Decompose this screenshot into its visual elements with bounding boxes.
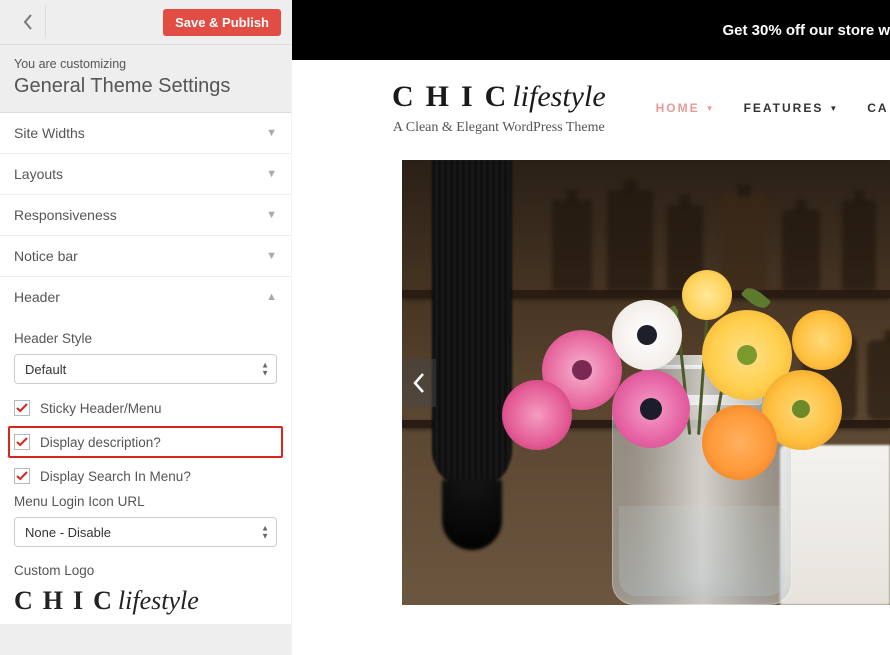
site-brand[interactable]: CHIClifestyle A Clean & Elegant WordPres… [392,80,606,136]
nav-features[interactable]: FEATURES ▼ [744,101,840,115]
logo-text-chic: CHIC [14,586,122,615]
checkbox-label: Display description? [40,435,161,450]
brand-lifestyle: lifestyle [512,80,605,113]
chevron-down-icon: ▼ [266,209,277,221]
sticky-header-row[interactable]: Sticky Header/Menu [14,400,277,416]
notice-text: Get 30% off our store w [722,22,890,39]
accordion-responsiveness[interactable]: Responsiveness ▼ [0,195,291,235]
chevron-down-icon: ▼ [266,127,277,139]
chevron-down-icon: ▼ [266,250,277,262]
brand-chic: CHIC [392,80,518,113]
accordion-site-widths[interactable]: Site Widths ▼ [0,113,291,153]
chevron-left-icon [412,372,426,394]
notice-bar: Get 30% off our store w [292,0,890,60]
nav-item-truncated[interactable]: CA [867,101,888,115]
save-publish-button[interactable]: Save & Publish [163,9,281,36]
display-search-row[interactable]: Display Search In Menu? [14,468,277,484]
header-style-select[interactable]: Default [14,354,277,384]
chevron-down-icon: ▼ [829,104,839,113]
slider-prev-button[interactable] [402,359,436,407]
right-object [780,445,890,605]
menu-login-label: Menu Login Icon URL [14,494,277,509]
display-description-checkbox[interactable] [14,434,30,450]
customizing-label: You are customizing [14,57,277,71]
checkbox-label: Display Search In Menu? [40,469,191,484]
display-search-checkbox[interactable] [14,468,30,484]
accordion-label: Responsiveness [14,207,117,223]
chevron-left-icon [23,14,33,30]
tassel [442,480,502,550]
nav-label: FEATURES [744,101,824,115]
header-style-label: Header Style [14,331,277,346]
accordion-label: Notice bar [14,248,78,264]
site-tagline: A Clean & Elegant WordPress Theme [392,120,606,136]
check-icon [16,436,28,448]
section-title: General Theme Settings [14,75,277,98]
custom-logo-preview[interactable]: CHIClifestyle [14,586,277,616]
hero-image [402,160,890,605]
accordion-label: Layouts [14,166,63,182]
nav-home[interactable]: HOME ▼ [656,101,716,115]
check-icon [16,470,28,482]
checkbox-label: Sticky Header/Menu [40,401,162,416]
chevron-up-icon: ▲ [266,291,277,303]
nav-label: HOME [656,101,700,115]
logo-text-lifestyle: lifestyle [118,586,199,615]
preview-pane: Get 30% off our store w CHIClifestyle A … [292,0,890,655]
accordion-layouts[interactable]: Layouts ▼ [0,154,291,194]
display-description-row[interactable]: Display description? [8,426,283,458]
chevron-down-icon: ▼ [266,168,277,180]
accordion-header[interactable]: Header ▲ [0,277,291,317]
menu-login-select[interactable]: None - Disable [14,517,277,547]
back-button[interactable] [10,6,46,38]
custom-logo-label: Custom Logo [14,563,277,578]
accordion-label: Header [14,289,60,305]
hanging-decor [432,160,512,490]
hero-slider [402,160,890,605]
chevron-down-icon: ▼ [706,104,716,113]
accordion-label: Site Widths [14,125,85,141]
check-icon [16,402,28,414]
nav-label: CA [867,101,888,115]
accordion-notice-bar[interactable]: Notice bar ▼ [0,236,291,276]
sticky-header-checkbox[interactable] [14,400,30,416]
